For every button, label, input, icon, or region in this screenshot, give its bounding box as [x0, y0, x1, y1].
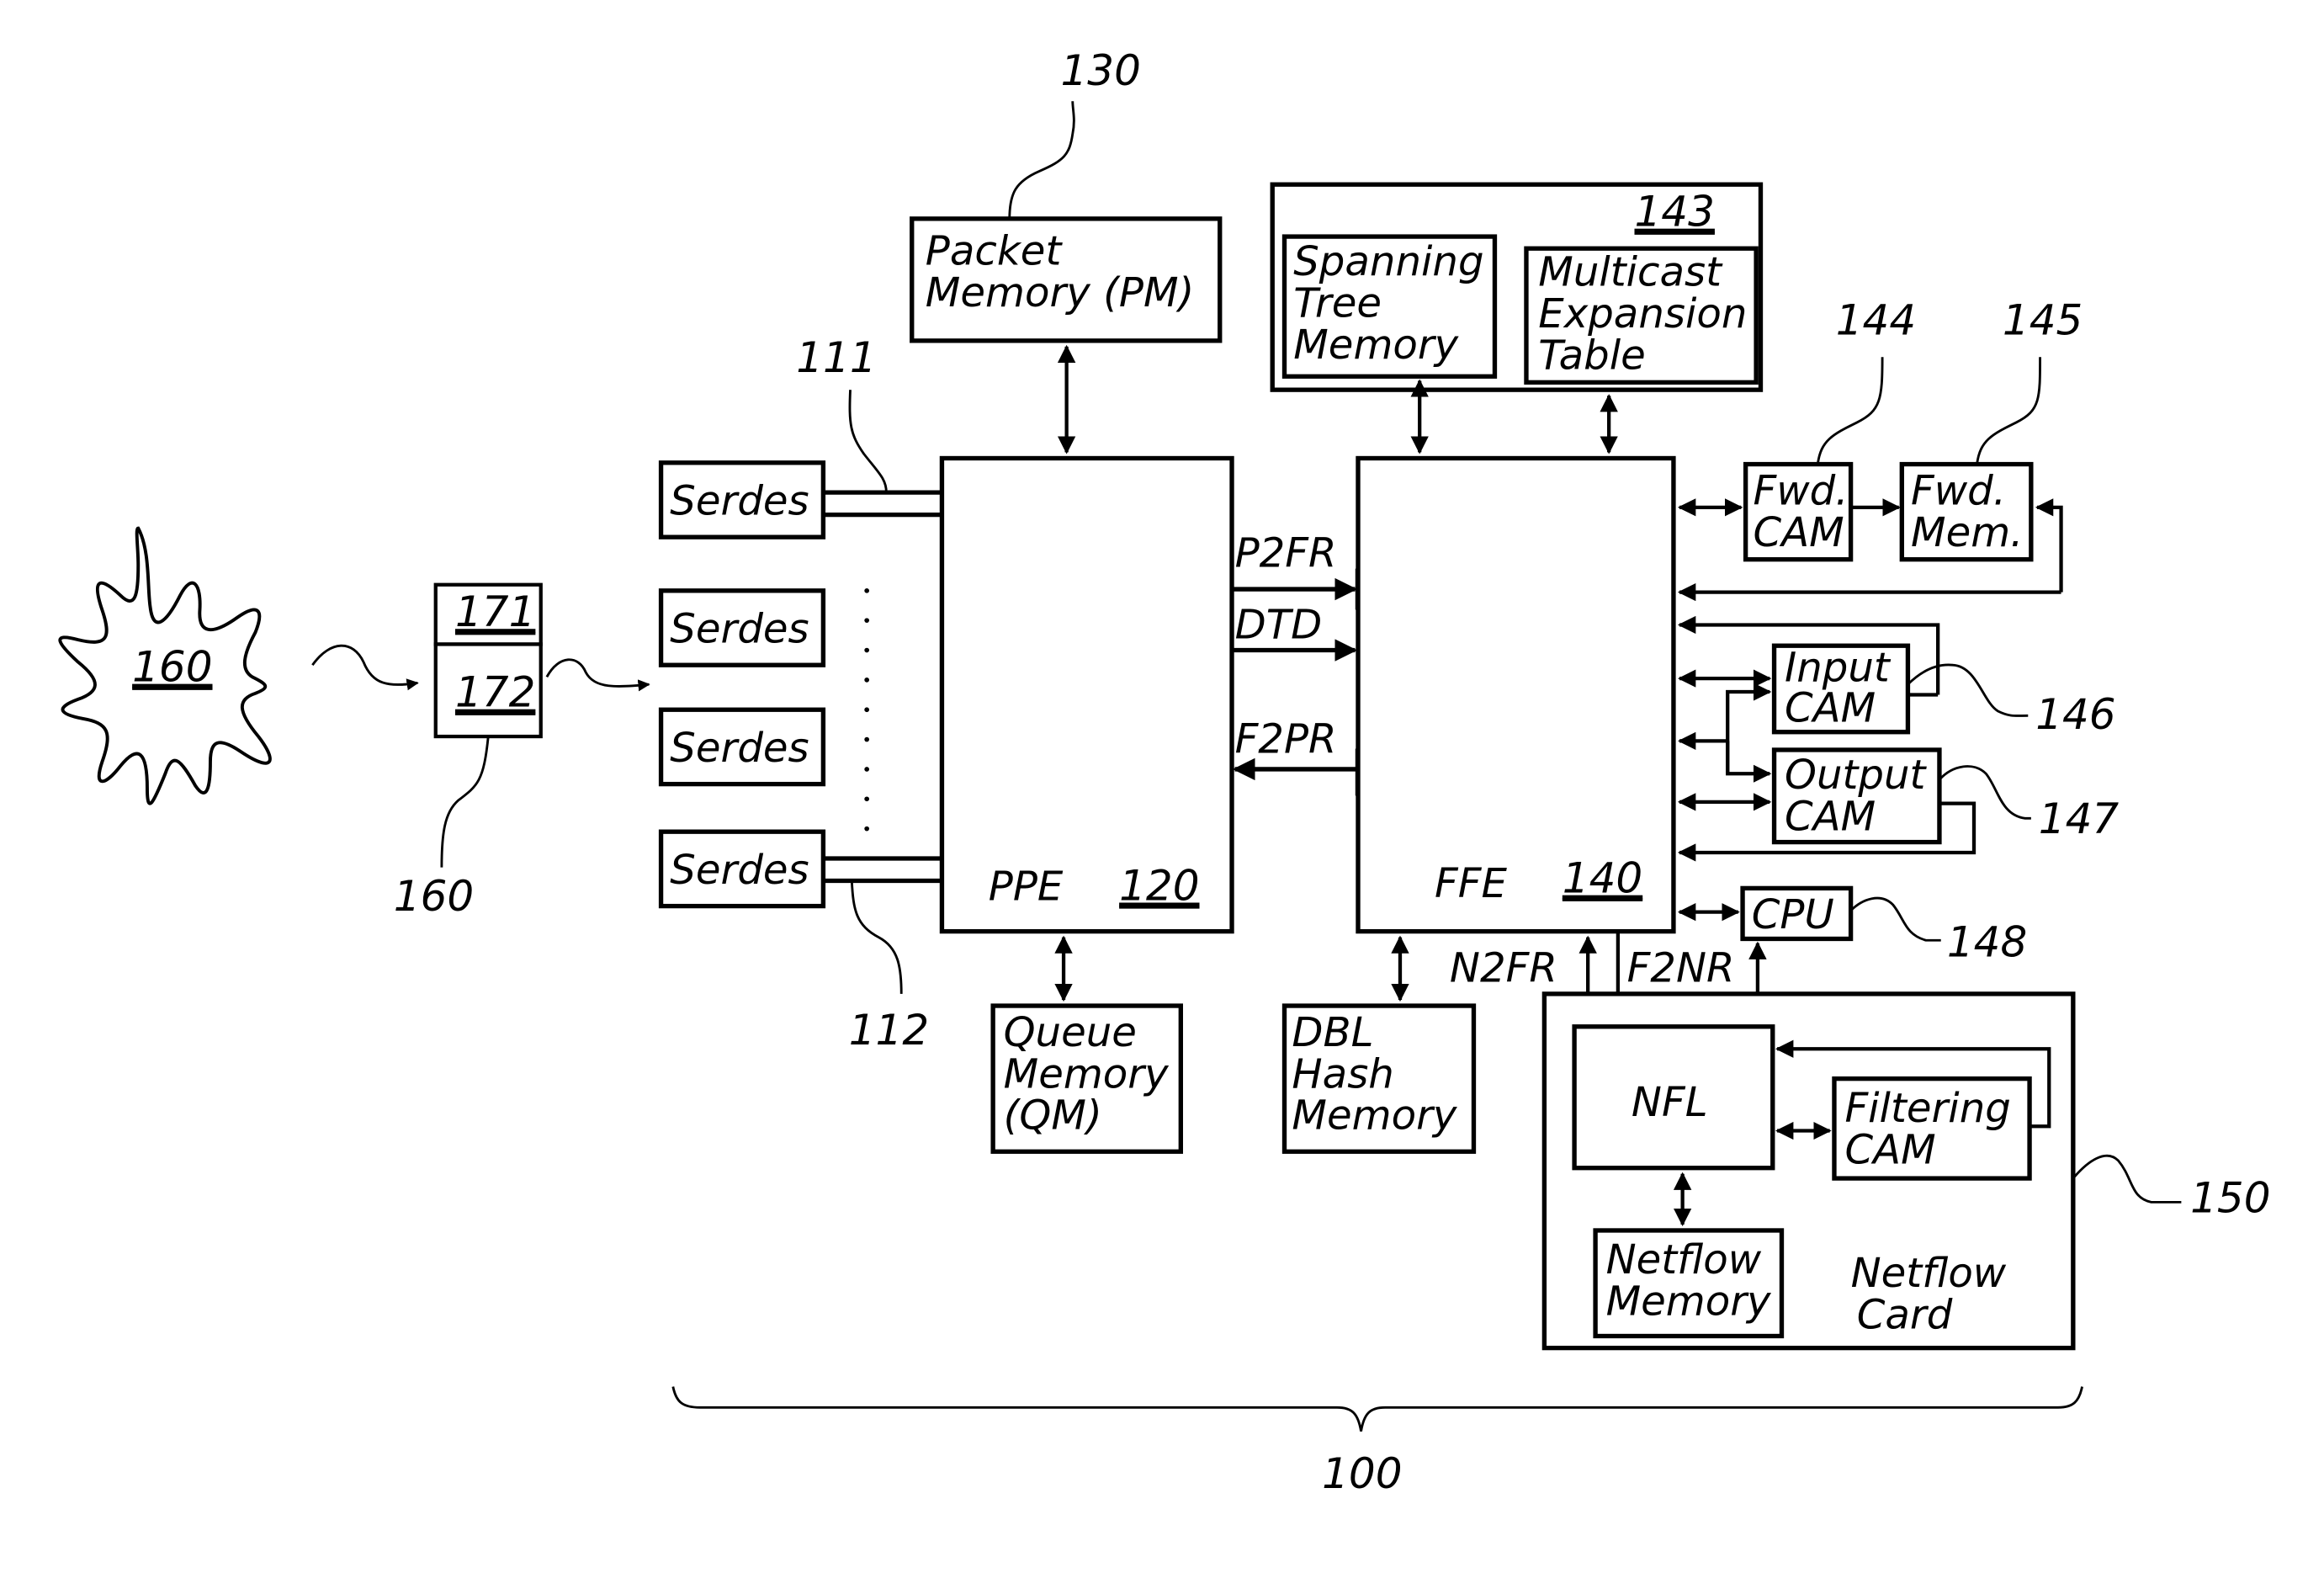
- queue-memory-label-1: Queue: [1004, 1009, 1137, 1056]
- packet-ref: 160: [394, 872, 474, 921]
- output-cam-label-2: CAM: [1785, 794, 1876, 841]
- fwd-mem: Fwd. Mem. 145: [1899, 296, 2083, 562]
- cloud-ref: 160: [132, 643, 212, 692]
- netflow-card: NFL Filtering CAM Netflow Memory Netflow…: [1541, 991, 2271, 1351]
- packet-memory: Packet Memory (PM) 130: [910, 46, 1223, 343]
- system-ref: 100: [1322, 1449, 1402, 1498]
- dbl-hash-label-1: DBL: [1292, 1009, 1373, 1056]
- bus-n2fr-label: N2FR: [1450, 945, 1557, 992]
- packet: 171 172 160: [394, 582, 543, 921]
- netflow-memory-label-2: Memory: [1606, 1278, 1772, 1326]
- fwd-mem-label-1: Fwd.: [1911, 467, 2006, 514]
- ppe-block: PPE 120: [939, 455, 1234, 934]
- spanning-tree-label-3: Memory: [1293, 322, 1459, 369]
- branch-inputcam-arrow: [1726, 683, 1772, 774]
- dbl-hash-label-2: Hash: [1292, 1050, 1393, 1097]
- cpu-leader: [1849, 896, 1941, 942]
- netflow-card-ref: 150: [2190, 1174, 2270, 1223]
- filtering-cam-label-1: Filtering: [1844, 1085, 2010, 1132]
- network-cloud: 160: [58, 526, 272, 805]
- link-112-ref: 112: [849, 1006, 929, 1055]
- input-cam-label-2: CAM: [1785, 685, 1876, 732]
- output-cam-ref: 147: [2039, 794, 2120, 843]
- fwd-cam-label-1: Fwd.: [1754, 467, 1849, 514]
- multicast-label-2: Expansion: [1538, 290, 1747, 337]
- branch-outputcam-arrow: [1726, 741, 1772, 783]
- netflow-memory-label-1: Netflow: [1606, 1236, 1762, 1283]
- queue-memory-label-2: Memory: [1004, 1050, 1170, 1097]
- system-brace: [671, 1386, 2083, 1432]
- ppe-label: PPE: [989, 864, 1064, 911]
- netflow-card-leader: [2072, 1154, 2182, 1204]
- multicast-label-3: Table: [1538, 332, 1646, 380]
- flow-arrow-cloud-to-packet: [311, 644, 419, 691]
- bus-p2fr-label: P2FR: [1235, 530, 1337, 577]
- ellipsis-dots: [864, 587, 870, 832]
- flow-arrow-packet-to-serdes: [545, 658, 650, 692]
- netflow-card-label-2: Card: [1857, 1292, 1953, 1339]
- ppe-ref: 120: [1119, 862, 1199, 911]
- input-cam-leader: [1907, 663, 2029, 717]
- packet-header-ref: 171: [455, 587, 535, 636]
- queue-memory-label-3: (QM): [1004, 1092, 1102, 1140]
- nfl-label: NFL: [1632, 1079, 1708, 1126]
- packet-memory-label-2: Memory (PM): [926, 269, 1195, 316]
- group-143: 143 Spanning Tree Memory Multicast Expan…: [1270, 182, 1764, 392]
- bus-dtd-label: DTD: [1235, 602, 1323, 649]
- cpu-label: CPU: [1752, 891, 1834, 938]
- cpu-ref: 148: [1947, 918, 2027, 967]
- group-143-ref: 143: [1635, 188, 1715, 236]
- serdes-3-label: Serdes: [670, 725, 809, 772]
- multicast-label-1: Multicast: [1538, 249, 1723, 296]
- fwd-mem-label-2: Mem.: [1911, 509, 2024, 556]
- packet-memory-label-1: Packet: [926, 228, 1064, 275]
- link-111-ref: 111: [796, 333, 876, 382]
- packet-memory-leader: [1008, 101, 1075, 219]
- dbl-hash-label-3: Memory: [1292, 1092, 1457, 1140]
- output-cam-label-1: Output: [1785, 752, 1928, 799]
- ffe-label: FFE: [1435, 860, 1508, 907]
- filtering-cam-label-2: CAM: [1844, 1127, 1935, 1174]
- spanning-tree-label-2: Tree: [1293, 280, 1382, 327]
- packet-leader-line: [440, 736, 490, 868]
- serdes-group: Serdes Serdes Serdes Serdes 111 112: [658, 333, 942, 1055]
- fwd-mem-leader: [1976, 357, 2041, 465]
- output-cam: Output CAM 147: [1771, 747, 2120, 845]
- dbl-hash-memory: DBL Hash Memory: [1281, 1003, 1477, 1154]
- fwd-cam: Fwd. CAM 144: [1743, 296, 1916, 562]
- link-111-leader: [848, 390, 888, 493]
- queue-memory: Queue Memory (QM): [990, 1003, 1183, 1154]
- bus-f2nr-label: F2NR: [1627, 945, 1735, 992]
- input-cam: Input CAM 146: [1771, 643, 2116, 739]
- fwdmem-feedback-arrow: [2035, 498, 2063, 593]
- output-cam-leader: [1938, 765, 2031, 820]
- input-cam-ref: 146: [2035, 690, 2115, 739]
- link-112-leader: [850, 880, 903, 994]
- serdes-2-label: Serdes: [670, 606, 809, 653]
- fwd-mem-ref: 145: [2003, 296, 2083, 345]
- netflow-card-label-1: Netflow: [1851, 1250, 2007, 1297]
- ffe-ref: 140: [1563, 854, 1642, 903]
- packet-body-ref: 172: [455, 668, 535, 717]
- fwd-cam-leader: [1816, 357, 1884, 465]
- serdes-1-label: Serdes: [670, 478, 809, 525]
- spanning-tree-label-1: Spanning: [1293, 238, 1483, 285]
- fwd-cam-ref: 144: [1836, 296, 1916, 345]
- fwd-cam-label-2: CAM: [1754, 509, 1844, 556]
- ffe-block: FFE 140: [1356, 455, 1676, 934]
- network-device-block-diagram: 160 171 172 160 Serdes Serdes Serdes Ser…: [58, 46, 2271, 1498]
- serdes-4-label: Serdes: [670, 847, 809, 894]
- bus-f2pr-label: F2PR: [1235, 716, 1337, 763]
- packet-memory-ref: 130: [1060, 46, 1140, 95]
- cpu: CPU 148: [1740, 885, 2027, 967]
